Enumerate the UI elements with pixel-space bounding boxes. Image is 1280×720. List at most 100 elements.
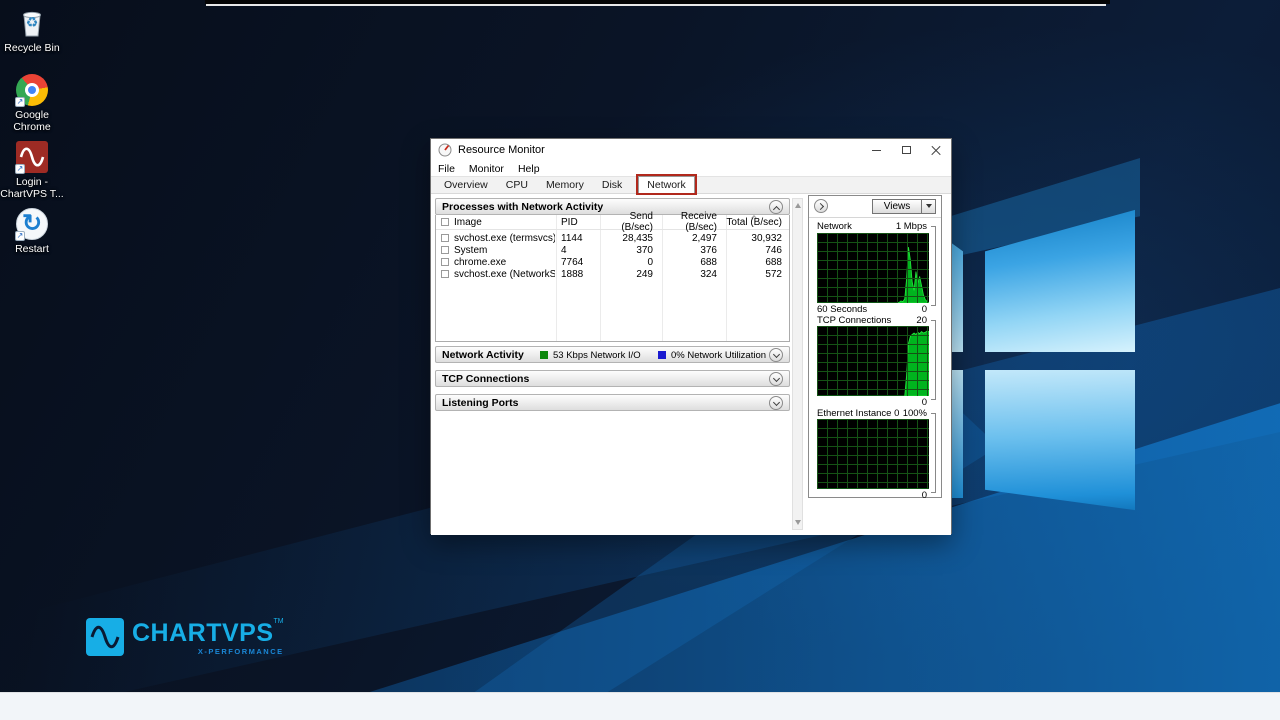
cell-pid: 1144 xyxy=(555,233,599,244)
section-title: TCP Connections xyxy=(442,373,529,385)
table-header-row[interactable]: Image PID Send (B/sec) Receive (B/sec) T… xyxy=(436,215,789,230)
col-receive[interactable]: Receive (B/sec) xyxy=(661,211,725,233)
desktop-icon-google-chrome[interactable]: ↗ Google Chrome xyxy=(0,73,65,133)
chevron-up-icon xyxy=(772,205,779,212)
chartvps-watermark: CHARTVPSTM X-PERFORMANCE xyxy=(86,618,284,656)
desktop-icon-label: Login - ChartVPS T... xyxy=(0,176,65,200)
legend-util-label: 0% Network Utilization xyxy=(671,350,766,361)
network-graph xyxy=(817,233,929,303)
table-row[interactable]: svchost.exe (NetworkService... 1888 249 … xyxy=(436,268,789,280)
graph-max-label: 100% xyxy=(903,408,927,419)
trademark-text: TM xyxy=(274,618,284,625)
section-title: Listening Ports xyxy=(442,397,518,409)
desktop-icon-login-chartvps[interactable]: ↗ Login - ChartVPS T... xyxy=(0,140,65,200)
cell-receive: 2,497 xyxy=(661,233,725,244)
processes-table: Image PID Send (B/sec) Receive (B/sec) T… xyxy=(435,215,790,342)
menu-monitor[interactable]: Monitor xyxy=(462,163,511,175)
legend-io-label: 53 Kbps Network I/O xyxy=(553,350,641,361)
views-label: Views xyxy=(873,200,921,213)
cell-pid: 4 xyxy=(555,245,599,256)
collapse-button[interactable] xyxy=(769,200,783,214)
table-row[interactable]: chrome.exe 7764 0 688 688 xyxy=(436,256,789,268)
resource-monitor-window: Resource Monitor File Monitor Help Overv… xyxy=(430,138,952,534)
graph-min-label: 0 xyxy=(922,490,927,501)
chevron-right-icon xyxy=(817,203,824,210)
graph-footer: 60 Seconds xyxy=(817,304,867,315)
graph-scale-bracket xyxy=(931,413,936,493)
graph-max-label: 20 xyxy=(916,315,927,326)
tab-network[interactable]: Network xyxy=(638,176,695,193)
tab-memory[interactable]: Memory xyxy=(538,177,592,193)
menu-help[interactable]: Help xyxy=(511,163,547,175)
desktop-icon-restart[interactable]: ↻ ↗ Restart xyxy=(0,207,65,255)
ethernet-graph xyxy=(817,419,929,489)
tab-overview[interactable]: Overview xyxy=(436,177,496,193)
select-all-checkbox[interactable] xyxy=(441,218,449,226)
graph-title: Ethernet Instance 0 xyxy=(817,408,899,419)
graph-min-label: 0 xyxy=(922,397,927,408)
cell-image: svchost.exe (termsvcs) xyxy=(454,233,555,244)
cell-send: 0 xyxy=(599,257,661,268)
desktop-icon-label: Google Chrome xyxy=(0,109,65,133)
tab-cpu[interactable]: CPU xyxy=(498,177,536,193)
expand-button[interactable] xyxy=(769,348,783,362)
row-checkbox[interactable] xyxy=(441,258,449,266)
cell-pid: 1888 xyxy=(555,269,599,280)
recycle-bin-icon: ♻ xyxy=(15,6,49,40)
graph-max-label: 1 Mbps xyxy=(896,221,927,232)
section-ports-header[interactable]: Listening Ports xyxy=(435,394,790,411)
cell-receive: 324 xyxy=(661,269,725,280)
cell-receive: 688 xyxy=(661,257,725,268)
scroll-down-icon[interactable] xyxy=(795,520,801,525)
close-button[interactable] xyxy=(921,139,951,161)
cell-pid: 7764 xyxy=(555,257,599,268)
cell-send: 249 xyxy=(599,269,661,280)
cell-image: chrome.exe xyxy=(454,257,555,268)
maximize-button[interactable] xyxy=(891,139,921,161)
window-title: Resource Monitor xyxy=(458,144,545,156)
section-network-activity-header[interactable]: Network Activity 53 Kbps Network I/O 0% … xyxy=(435,346,790,363)
close-icon xyxy=(931,145,941,155)
desktop-icon-label: Recycle Bin xyxy=(0,42,65,54)
graph-min-label: 0 xyxy=(922,304,927,315)
cell-total: 30,932 xyxy=(725,233,788,244)
views-dropdown[interactable]: Views xyxy=(872,199,936,214)
graph-grid xyxy=(817,326,929,396)
expand-button[interactable] xyxy=(769,396,783,410)
desktop: ♻ Recycle Bin ↗ Google Chrome ↗ Login - … xyxy=(0,0,1280,720)
graph-title: TCP Connections xyxy=(817,315,891,326)
window-scrollbar[interactable] xyxy=(792,198,803,530)
chrome-icon: ↗ xyxy=(15,73,49,107)
taskbar: Search ENG US xyxy=(0,692,1280,720)
col-total[interactable]: Total (B/sec) xyxy=(725,217,788,228)
restart-icon: ↻ ↗ xyxy=(15,207,49,241)
cell-total: 688 xyxy=(725,257,788,268)
chartvps-logo-icon xyxy=(86,618,124,656)
tab-disk[interactable]: Disk xyxy=(594,177,630,193)
recycle-symbol-icon: ♻ xyxy=(15,14,49,31)
table-row[interactable]: svchost.exe (termsvcs) 1144 28,435 2,497… xyxy=(436,232,789,244)
menu-file[interactable]: File xyxy=(431,163,462,175)
col-image[interactable]: Image xyxy=(454,217,555,228)
expand-button[interactable] xyxy=(769,372,783,386)
minimize-button[interactable] xyxy=(861,139,891,161)
row-checkbox[interactable] xyxy=(441,246,449,254)
scroll-up-icon[interactable] xyxy=(795,203,801,208)
panel-collapse-button[interactable] xyxy=(814,199,828,213)
section-title: Network Activity xyxy=(442,349,524,361)
row-checkbox[interactable] xyxy=(441,234,449,242)
window-titlebar[interactable]: Resource Monitor xyxy=(431,139,951,161)
cell-total: 746 xyxy=(725,245,788,256)
chevron-down-icon xyxy=(772,399,779,406)
minimize-icon xyxy=(872,150,881,151)
brand-text: CHARTVPS xyxy=(132,619,274,647)
table-row[interactable]: System 4 370 376 746 xyxy=(436,244,789,256)
col-pid[interactable]: PID xyxy=(555,217,599,228)
section-tcp-header[interactable]: TCP Connections xyxy=(435,370,790,387)
chevron-down-icon xyxy=(772,351,779,358)
col-send[interactable]: Send (B/sec) xyxy=(599,211,661,233)
desktop-icon-recycle-bin[interactable]: ♻ Recycle Bin xyxy=(0,6,65,54)
graph-title: Network xyxy=(817,221,852,232)
row-checkbox[interactable] xyxy=(441,270,449,278)
resource-monitor-icon xyxy=(438,143,452,157)
